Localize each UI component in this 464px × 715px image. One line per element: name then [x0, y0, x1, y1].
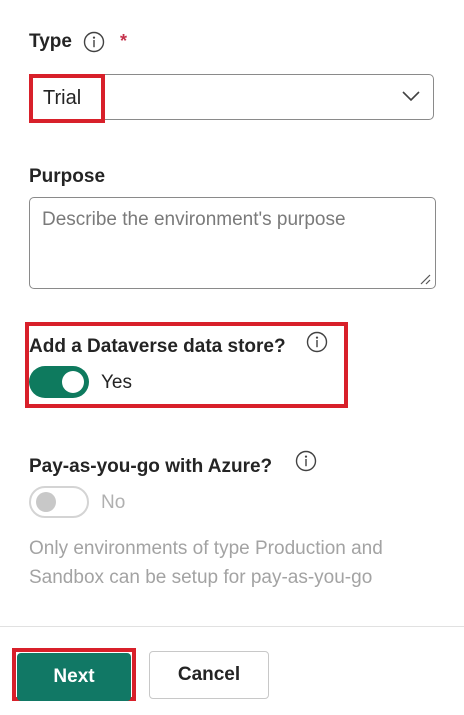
payg-label: Pay-as-you-go with Azure? — [29, 456, 273, 477]
toggle-knob — [62, 371, 84, 393]
payg-helper-text: Only environments of type Production and… — [29, 538, 383, 588]
resize-handle-icon[interactable] — [419, 273, 431, 285]
type-label: Type — [29, 31, 72, 52]
chevron-down-icon — [402, 91, 420, 102]
next-button[interactable]: Next — [17, 653, 131, 701]
info-icon[interactable] — [83, 31, 105, 53]
required-marker: * — [120, 31, 128, 51]
dataverse-toggle-text: Yes — [101, 372, 132, 393]
purpose-textarea[interactable] — [29, 197, 436, 289]
footer-divider — [0, 626, 464, 627]
dataverse-label: Add a Dataverse data store? — [29, 336, 286, 357]
info-icon[interactable] — [295, 450, 317, 472]
cancel-button[interactable]: Cancel — [149, 651, 269, 699]
purpose-label: Purpose — [29, 166, 106, 187]
info-icon[interactable] — [306, 331, 328, 353]
payg-toggle — [29, 486, 89, 518]
toggle-knob — [36, 492, 56, 512]
payg-toggle-text: No — [101, 492, 126, 513]
dataverse-toggle[interactable] — [29, 366, 89, 398]
type-highlight-box — [29, 74, 105, 123]
